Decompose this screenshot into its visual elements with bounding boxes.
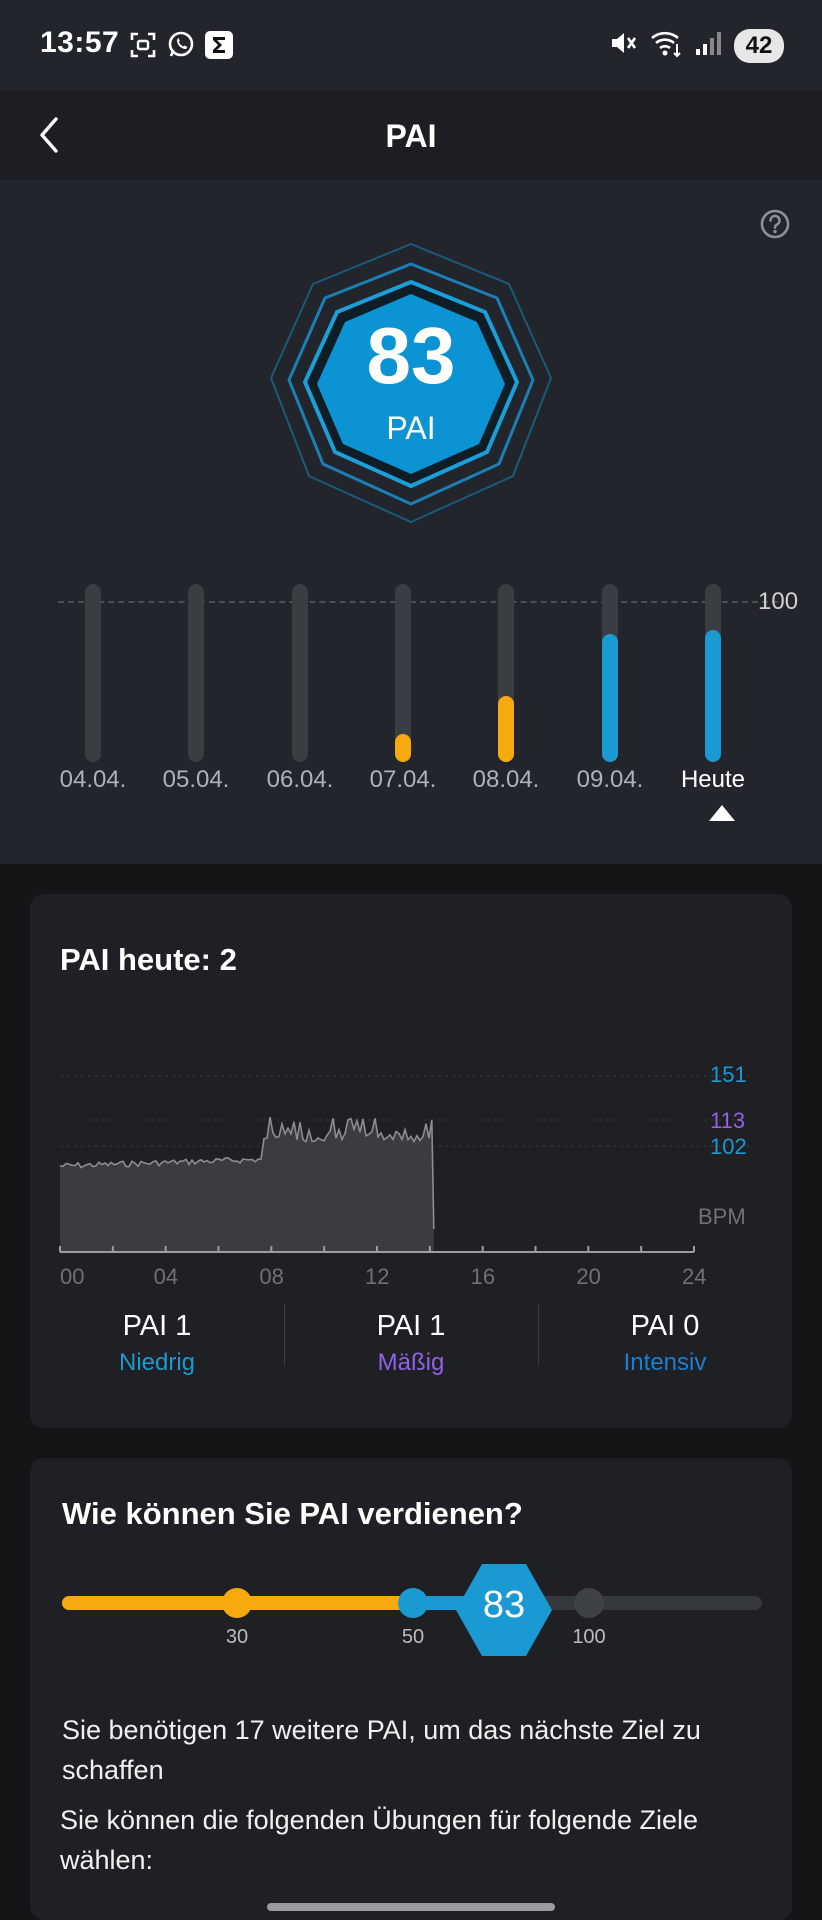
milestone-30-label: 30 <box>225 1626 249 1648</box>
zone-summary: PAI 1 Niedrig PAI 1 Mäßig PAI 0 Intensiv <box>30 1304 792 1384</box>
milestone-100-label: 100 <box>572 1626 606 1648</box>
weekly-pai-chart: 100 04.04. 05.04. 06.04. 07.04. 08.04. 09.04.… <box>0 570 822 850</box>
day-bar-fill-3 <box>395 734 411 762</box>
day-bar-0[interactable] <box>85 584 101 762</box>
day-bar-fill-4 <box>498 696 514 762</box>
x-tick-label: 04 <box>154 1264 178 1289</box>
status-time: 13:57 <box>40 26 120 59</box>
help-button[interactable] <box>759 208 791 240</box>
day-bar-1[interactable] <box>188 584 204 762</box>
question-icon <box>760 209 790 239</box>
day-bar-5[interactable] <box>602 584 618 762</box>
today-title: PAI heute: 2 <box>60 942 237 977</box>
day-bar-3[interactable] <box>395 584 411 762</box>
signal-icon <box>694 29 722 62</box>
heart-rate-chart: 151 113 102 BPM 00 04 08 12 16 20 24 <box>59 1062 750 1289</box>
earn-pai-title: Wie können Sie PAI verdienen? <box>62 1496 523 1531</box>
zone-moderate-pai: PAI 1 <box>376 1310 446 1342</box>
sigma-app-icon <box>204 30 234 60</box>
today-card: PAI heute: 2 151 113 102 BPM 00 04 08 12 16 2… <box>30 894 792 1428</box>
day-label-6: Heute <box>680 766 746 793</box>
wifi-icon <box>650 28 682 63</box>
day-label-1: 05.04. <box>162 766 230 793</box>
pai-score-label: PAI <box>386 410 436 446</box>
y-label-102: 102 <box>710 1134 747 1159</box>
day-label-2: 06.04. <box>266 766 334 793</box>
x-tick-label: 00 <box>60 1264 84 1289</box>
whatsapp-icon <box>166 30 196 60</box>
mute-icon <box>608 28 638 63</box>
zone-moderate-name: Mäßig <box>377 1349 445 1376</box>
app-header: PAI <box>0 90 822 180</box>
bpm-unit-label: BPM <box>698 1204 746 1229</box>
x-tick-label: 08 <box>259 1264 283 1289</box>
goal-line <box>58 601 778 603</box>
page-title: PAI <box>385 118 437 154</box>
day-bar-fill-6 <box>705 630 721 762</box>
day-label-5: 09.04. <box>576 766 644 793</box>
pai-score-value: 83 <box>366 311 456 400</box>
exercise-hint: Sie können die folgenden Übungen für fol… <box>60 1805 698 1875</box>
battery-level: 42 <box>734 28 784 63</box>
zone-intense-pai: PAI 0 <box>630 1310 700 1342</box>
day-label-4: 08.04. <box>472 766 540 793</box>
current-pai-value: 83 <box>482 1584 526 1626</box>
x-tick-label: 12 <box>365 1264 389 1289</box>
zone-low-name: Niedrig <box>118 1349 196 1376</box>
x-tick-label: 24 <box>682 1264 706 1289</box>
selected-day-arrow-icon <box>709 805 735 821</box>
milestone-50-label: 50 <box>401 1626 425 1648</box>
x-tick-label: 16 <box>471 1264 495 1289</box>
zone-intense-name: Intensiv <box>623 1349 707 1376</box>
day-bar-4[interactable] <box>498 584 514 762</box>
milestone-100-dot <box>574 1588 604 1618</box>
zone-low: PAI 1 Niedrig <box>30 1304 284 1384</box>
status-bar: 13:57 42 <box>0 0 822 90</box>
y-label-113: 113 <box>710 1108 745 1133</box>
milestone-50-dot <box>398 1588 428 1618</box>
day-bar-fill-5 <box>602 633 618 762</box>
zone-moderate: PAI 1 Mäßig <box>284 1304 538 1384</box>
zone-intense: PAI 0 Intensiv <box>538 1304 792 1384</box>
day-bar-2[interactable] <box>292 584 308 762</box>
day-label-0: 04.04. <box>59 766 127 793</box>
earn-pai-card: Wie können Sie PAI verdienen? 30 50 100 … <box>30 1458 792 1920</box>
day-bar-6[interactable] <box>705 584 721 762</box>
home-indicator[interactable] <box>267 1903 555 1911</box>
y-label-151: 151 <box>710 1062 747 1087</box>
screenshot-icon <box>128 30 158 60</box>
day-label-3: 07.04. <box>369 766 437 793</box>
zone-low-pai: PAI 1 <box>122 1310 192 1342</box>
goal-line-label: 100 <box>758 588 799 615</box>
x-tick-label: 20 <box>576 1264 600 1289</box>
milestone-30-dot <box>222 1588 252 1618</box>
goal-message: Sie benötigen 17 weitere PAI, um das näc… <box>62 1715 701 1785</box>
